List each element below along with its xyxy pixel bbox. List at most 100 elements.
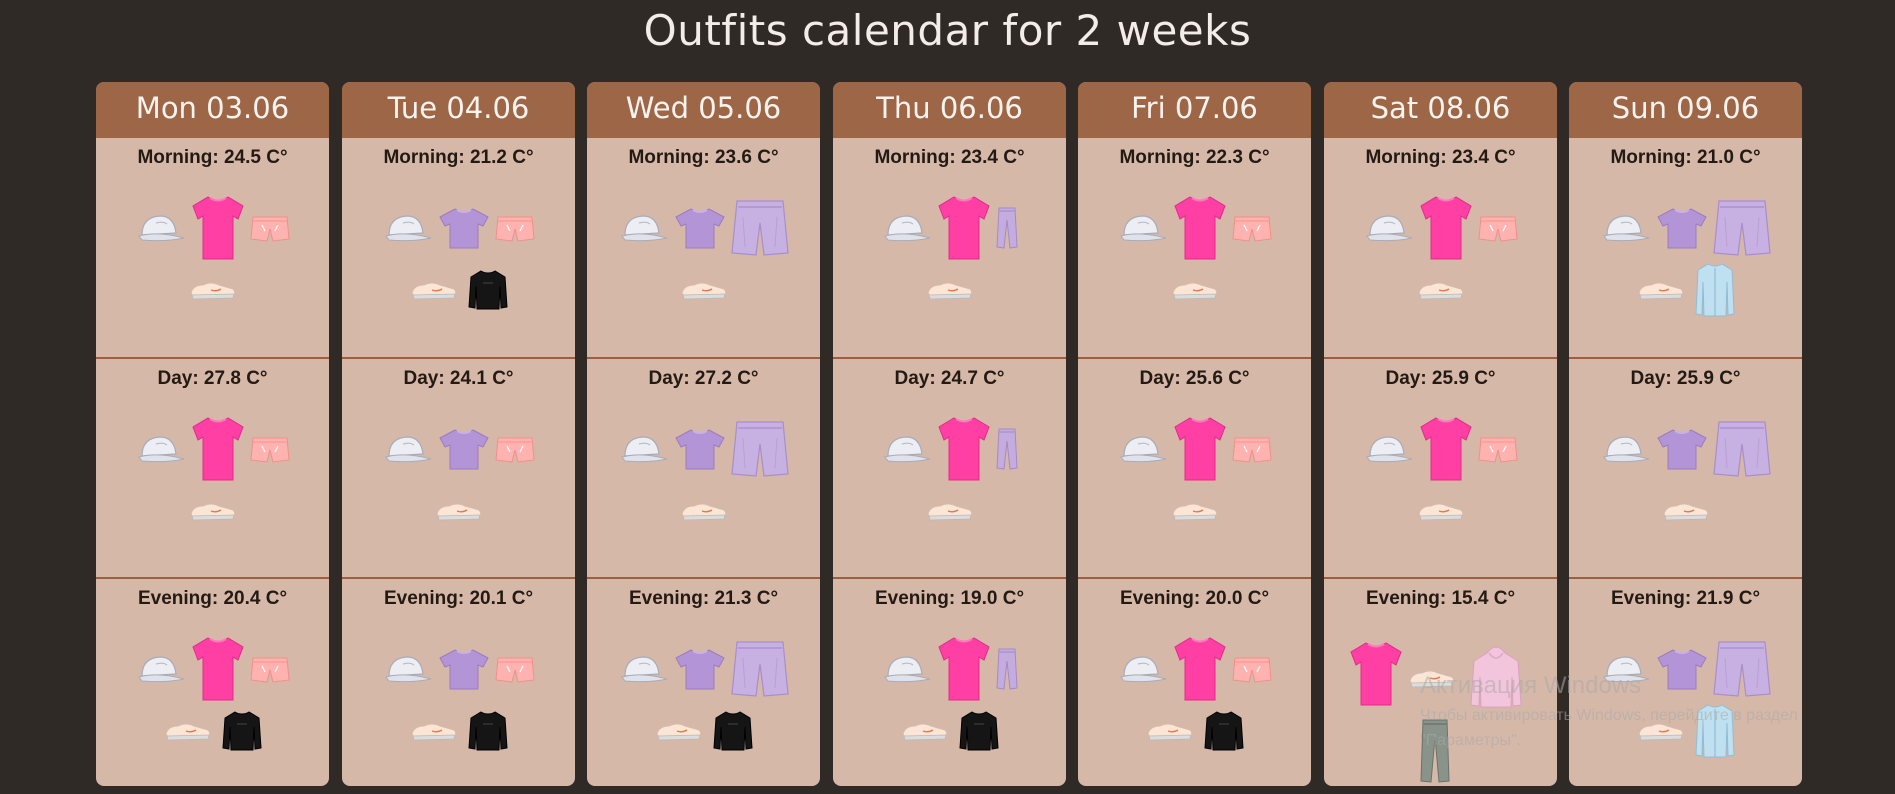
cap-icon — [1118, 432, 1168, 466]
tshirt-pink-icon — [938, 636, 990, 702]
shorts-lavender-icon — [731, 420, 789, 478]
time-slot: Evening: 15.4 C° — [1324, 577, 1557, 786]
time-slot: Day: 25.9 C° — [1324, 357, 1557, 577]
slot-temperature-label: Day: 27.8 C° — [157, 368, 268, 389]
tshirt-purple-icon — [439, 207, 489, 249]
tshirt-pink-icon — [192, 195, 244, 261]
sweatshirt-black-icon — [713, 710, 753, 752]
time-slot: Morning: 23.6 C° — [587, 138, 820, 357]
slot-temperature-label: Morning: 21.0 C° — [1610, 147, 1761, 168]
cap-icon — [383, 432, 433, 466]
slot-temperature-label: Day: 25.9 C° — [1630, 368, 1741, 389]
cap-icon — [1601, 432, 1651, 466]
time-slot: Day: 25.6 C° — [1078, 357, 1311, 577]
shorts-pink-icon — [495, 654, 535, 684]
tshirt-pink-icon — [1420, 195, 1472, 261]
tshirt-pink-icon — [1174, 636, 1226, 702]
slot-temperature-label: Day: 27.2 C° — [648, 368, 759, 389]
sneakers-icon — [1417, 500, 1465, 522]
sneakers-icon — [1408, 667, 1456, 689]
shorts-lavender-icon — [1713, 640, 1771, 698]
cap-icon — [619, 432, 669, 466]
pants-lavender-icon — [996, 648, 1018, 690]
shorts-pink-icon — [495, 213, 535, 243]
tshirt-pink-icon — [192, 636, 244, 702]
slot-temperature-label: Morning: 23.4 C° — [1365, 147, 1516, 168]
day-header: Wed 05.06 — [587, 82, 820, 138]
sweatshirt-black-icon — [468, 710, 508, 752]
shorts-pink-icon — [250, 434, 290, 464]
sweatshirt-black-icon — [959, 710, 999, 752]
pants-lavender-icon — [996, 207, 1018, 249]
day-header: Fri 07.06 — [1078, 82, 1311, 138]
day-header: Thu 06.06 — [833, 82, 1066, 138]
slot-temperature-label: Day: 24.7 C° — [894, 368, 1005, 389]
tshirt-pink-icon — [1350, 641, 1402, 707]
sneakers-icon — [655, 720, 703, 742]
shorts-pink-icon — [1232, 434, 1272, 464]
tshirt-purple-icon — [675, 648, 725, 690]
sneakers-icon — [680, 500, 728, 522]
shorts-lavender-icon — [731, 640, 789, 698]
cap-icon — [882, 432, 932, 466]
time-slot: Evening: 21.3 C° — [587, 577, 820, 786]
shorts-lavender-icon — [1713, 420, 1771, 478]
day-column: Sun 09.06 Morning: 21.0 C° Day: 25.9 C° Eve… — [1569, 82, 1802, 786]
day-column: Fri 07.06 Morning: 22.3 C° Day: 25.6 C° Eve… — [1078, 82, 1311, 786]
tshirt-pink-icon — [1174, 416, 1226, 482]
day-header: Tue 04.06 — [342, 82, 575, 138]
cap-icon — [1364, 211, 1414, 245]
tshirt-purple-icon — [439, 648, 489, 690]
tshirt-pink-icon — [1174, 195, 1226, 261]
slot-temperature-label: Evening: 20.1 C° — [383, 588, 534, 609]
sneakers-icon — [1146, 720, 1194, 742]
time-slot: Day: 24.1 C° — [342, 357, 575, 577]
tshirt-pink-icon — [192, 416, 244, 482]
day-column: Mon 03.06 Morning: 24.5 C° Day: 27.8 C° Eve… — [96, 82, 329, 786]
slot-temperature-label: Evening: 21.9 C° — [1610, 588, 1761, 609]
time-slot: Evening: 19.0 C° — [833, 577, 1066, 786]
time-slot: Evening: 20.0 C° — [1078, 577, 1311, 786]
time-slot: Morning: 23.4 C° — [833, 138, 1066, 357]
shorts-pink-icon — [250, 654, 290, 684]
cap-icon — [136, 432, 186, 466]
shorts-pink-icon — [250, 213, 290, 243]
cap-icon — [882, 652, 932, 686]
time-slot: Morning: 24.5 C° — [96, 138, 329, 357]
sweatshirt-black-icon — [1204, 710, 1244, 752]
tshirt-purple-icon — [1657, 648, 1707, 690]
slot-temperature-label: Morning: 23.6 C° — [628, 147, 779, 168]
slot-temperature-label: Evening: 20.4 C° — [137, 588, 288, 609]
slot-temperature-label: Morning: 21.2 C° — [383, 147, 534, 168]
pants-lavender-icon — [996, 428, 1018, 470]
sneakers-icon — [1637, 279, 1685, 301]
sneakers-icon — [926, 279, 974, 301]
day-column: Thu 06.06 Morning: 23.4 C° Day: 24.7 C° Eve… — [833, 82, 1066, 786]
day-column: Wed 05.06 Morning: 23.6 C° Day: 27.2 C° Eve… — [587, 82, 820, 786]
day-header: Sat 08.06 — [1324, 82, 1557, 138]
slot-temperature-label: Morning: 24.5 C° — [137, 147, 288, 168]
shorts-lavender-icon — [1713, 199, 1771, 257]
slot-temperature-label: Day: 24.1 C° — [403, 368, 514, 389]
page-title: Outfits calendar for 2 weeks — [643, 6, 1252, 55]
cap-icon — [383, 652, 433, 686]
time-slot: Evening: 20.1 C° — [342, 577, 575, 786]
cap-icon — [383, 211, 433, 245]
slot-temperature-label: Day: 25.9 C° — [1385, 368, 1496, 389]
tshirt-purple-icon — [675, 428, 725, 470]
sneakers-icon — [1417, 279, 1465, 301]
sneakers-icon — [410, 279, 458, 301]
time-slot: Morning: 23.4 C° — [1324, 138, 1557, 357]
cap-icon — [1118, 652, 1168, 686]
slot-temperature-label: Day: 25.6 C° — [1139, 368, 1250, 389]
sneakers-icon — [189, 279, 237, 301]
jacket-blue-icon — [1695, 703, 1735, 759]
tshirt-pink-icon — [938, 195, 990, 261]
slot-temperature-label: Evening: 20.0 C° — [1119, 588, 1270, 609]
cap-icon — [619, 652, 669, 686]
day-header: Mon 03.06 — [96, 82, 329, 138]
cap-icon — [1601, 652, 1651, 686]
time-slot: Evening: 21.9 C° — [1569, 577, 1802, 786]
time-slot: Morning: 21.2 C° — [342, 138, 575, 357]
tshirt-purple-icon — [439, 428, 489, 470]
